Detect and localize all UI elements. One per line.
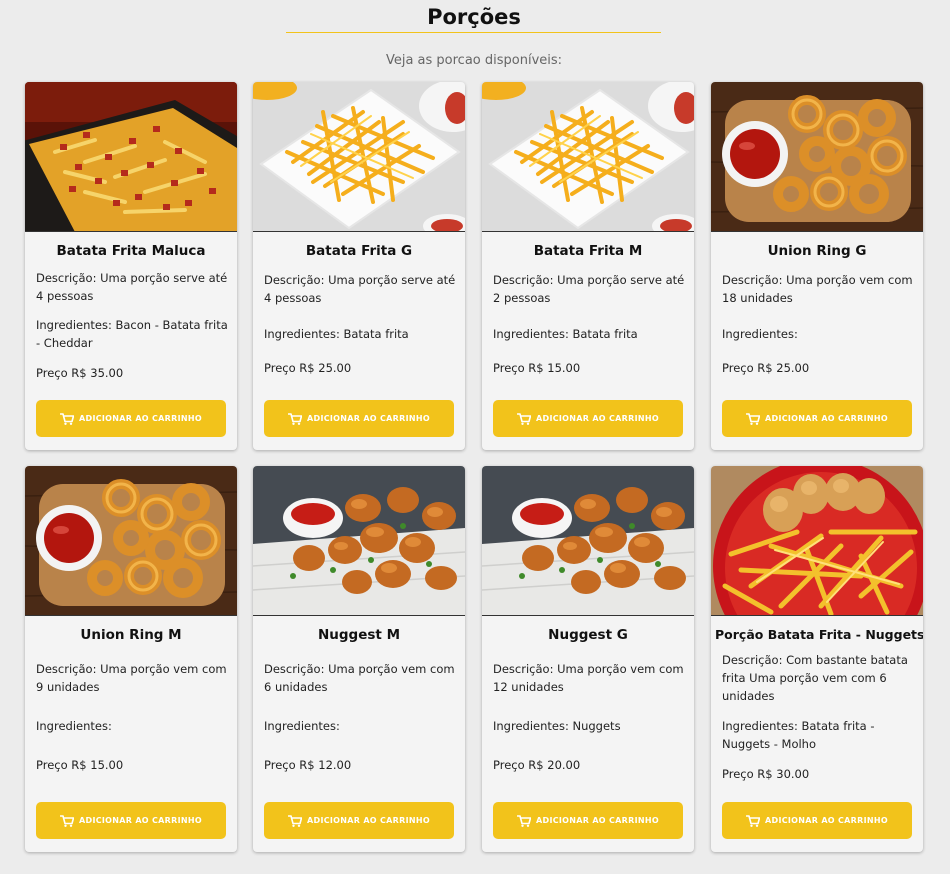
- cart-icon: [746, 814, 761, 827]
- cart-icon: [60, 412, 75, 425]
- product-ingredients: Ingredientes:: [722, 327, 798, 341]
- fries-plate-photo: [253, 82, 465, 232]
- cart-icon: [746, 412, 761, 425]
- product-ingredients: Ingredientes: Batata frita - Nuggets - M…: [722, 719, 875, 751]
- product-price: Preço R$ 20.00: [493, 758, 581, 772]
- onion-rings-photo: [25, 466, 237, 616]
- add-to-cart-button[interactable]: Adicionar ao carrinho: [722, 400, 912, 437]
- fries-plate-photo: [482, 82, 694, 232]
- product-card: Batata Frita M Descrição: Uma porção ser…: [482, 82, 694, 450]
- product-name: Batata Frita G: [305, 243, 413, 259]
- product-price: Preço R$ 25.00: [264, 361, 352, 375]
- add-to-cart-button[interactable]: Adicionar ao carrinho: [493, 802, 683, 839]
- product-price: Preço R$ 25.00: [722, 361, 810, 375]
- fries-nuggets-bowl-photo: [711, 466, 923, 616]
- product-description: Descrição: Com bastante batata frita Uma…: [722, 653, 908, 703]
- product-description: Descrição: Uma porção vem com 6 unidades: [264, 662, 455, 694]
- product-description: Descrição: Uma porção serve até 4 pessoa…: [36, 271, 228, 303]
- add-to-cart-label: Adicionar ao carrinho: [536, 414, 659, 423]
- product-name: Batata Frita M: [533, 243, 643, 259]
- add-to-cart-button[interactable]: Adicionar ao carrinho: [36, 400, 226, 437]
- product-ingredients: Ingredientes: Bacon - Batata frita - Che…: [36, 318, 228, 350]
- product-name: Union Ring M: [80, 627, 182, 643]
- cart-icon: [517, 814, 532, 827]
- product-description: Descrição: Uma porção serve até 4 pessoa…: [264, 273, 456, 305]
- product-card: Batata Frita G Descrição: Uma porção ser…: [253, 82, 465, 450]
- product-ingredients: Ingredientes: Batata frita: [493, 327, 638, 341]
- page-title: Porções: [427, 5, 521, 29]
- product-description: Descrição: Uma porção vem com 18 unidade…: [722, 273, 913, 305]
- add-to-cart-label: Adicionar ao carrinho: [307, 816, 430, 825]
- page-subtitle: Veja as porcao disponíveis:: [385, 53, 563, 68]
- add-to-cart-label: Adicionar ao carrinho: [307, 414, 430, 423]
- product-name: Nuggest M: [317, 627, 400, 643]
- add-to-cart-label: Adicionar ao carrinho: [79, 414, 202, 423]
- product-card: Nuggest G Descrição: Uma porção vem com …: [482, 466, 694, 852]
- add-to-cart-label: Adicionar ao carrinho: [765, 816, 888, 825]
- product-price: Preço R$ 15.00: [493, 361, 581, 375]
- add-to-cart-label: Adicionar ao carrinho: [536, 816, 659, 825]
- add-to-cart-label: Adicionar ao carrinho: [765, 414, 888, 423]
- loaded-fries-photo: [25, 82, 237, 232]
- product-card: Union Ring M Descrição: Uma porção vem c…: [25, 466, 237, 852]
- product-price: Preço R$ 30.00: [722, 767, 810, 781]
- add-to-cart-button[interactable]: Adicionar ao carrinho: [493, 400, 683, 437]
- product-card: Porção Batata Frita - Nuggets Descrição:…: [711, 466, 923, 852]
- product-card: Batata Frita Maluca Descrição: Uma porçã…: [25, 82, 237, 450]
- product-ingredients: Ingredientes: Nuggets: [493, 719, 621, 733]
- product-card: Nuggest M Descrição: Uma porção vem com …: [253, 466, 465, 852]
- product-description: Descrição: Uma porção vem com 9 unidades: [36, 662, 227, 694]
- title-underline: [286, 32, 661, 33]
- onion-rings-photo: [711, 82, 923, 232]
- cart-icon: [60, 814, 75, 827]
- product-name: Nuggest G: [548, 627, 628, 643]
- product-price: Preço R$ 35.00: [36, 366, 124, 380]
- add-to-cart-label: Adicionar ao carrinho: [79, 816, 202, 825]
- nuggets-photo: [482, 466, 694, 616]
- add-to-cart-button[interactable]: Adicionar ao carrinho: [36, 802, 226, 839]
- cart-icon: [517, 412, 532, 425]
- product-card: Union Ring G Descrição: Uma porção vem c…: [711, 82, 923, 450]
- add-to-cart-button[interactable]: Adicionar ao carrinho: [264, 802, 454, 839]
- product-name: Batata Frita Maluca: [56, 243, 206, 259]
- product-description: Descrição: Uma porção vem com 12 unidade…: [493, 662, 684, 694]
- product-name: Union Ring G: [767, 243, 867, 259]
- product-ingredients: Ingredientes: Batata frita: [264, 327, 409, 341]
- product-ingredients: Ingredientes:: [264, 719, 340, 733]
- cart-icon: [288, 814, 303, 827]
- product-description: Descrição: Uma porção serve até 2 pessoa…: [493, 273, 685, 305]
- product-price: Preço R$ 12.00: [264, 758, 352, 772]
- cart-icon: [288, 412, 303, 425]
- product-name: Porção Batata Frita - Nuggets: [715, 627, 923, 642]
- product-price: Preço R$ 15.00: [36, 758, 124, 772]
- add-to-cart-button[interactable]: Adicionar ao carrinho: [264, 400, 454, 437]
- product-ingredients: Ingredientes:: [36, 719, 112, 733]
- nuggets-photo: [253, 466, 465, 616]
- add-to-cart-button[interactable]: Adicionar ao carrinho: [722, 802, 912, 839]
